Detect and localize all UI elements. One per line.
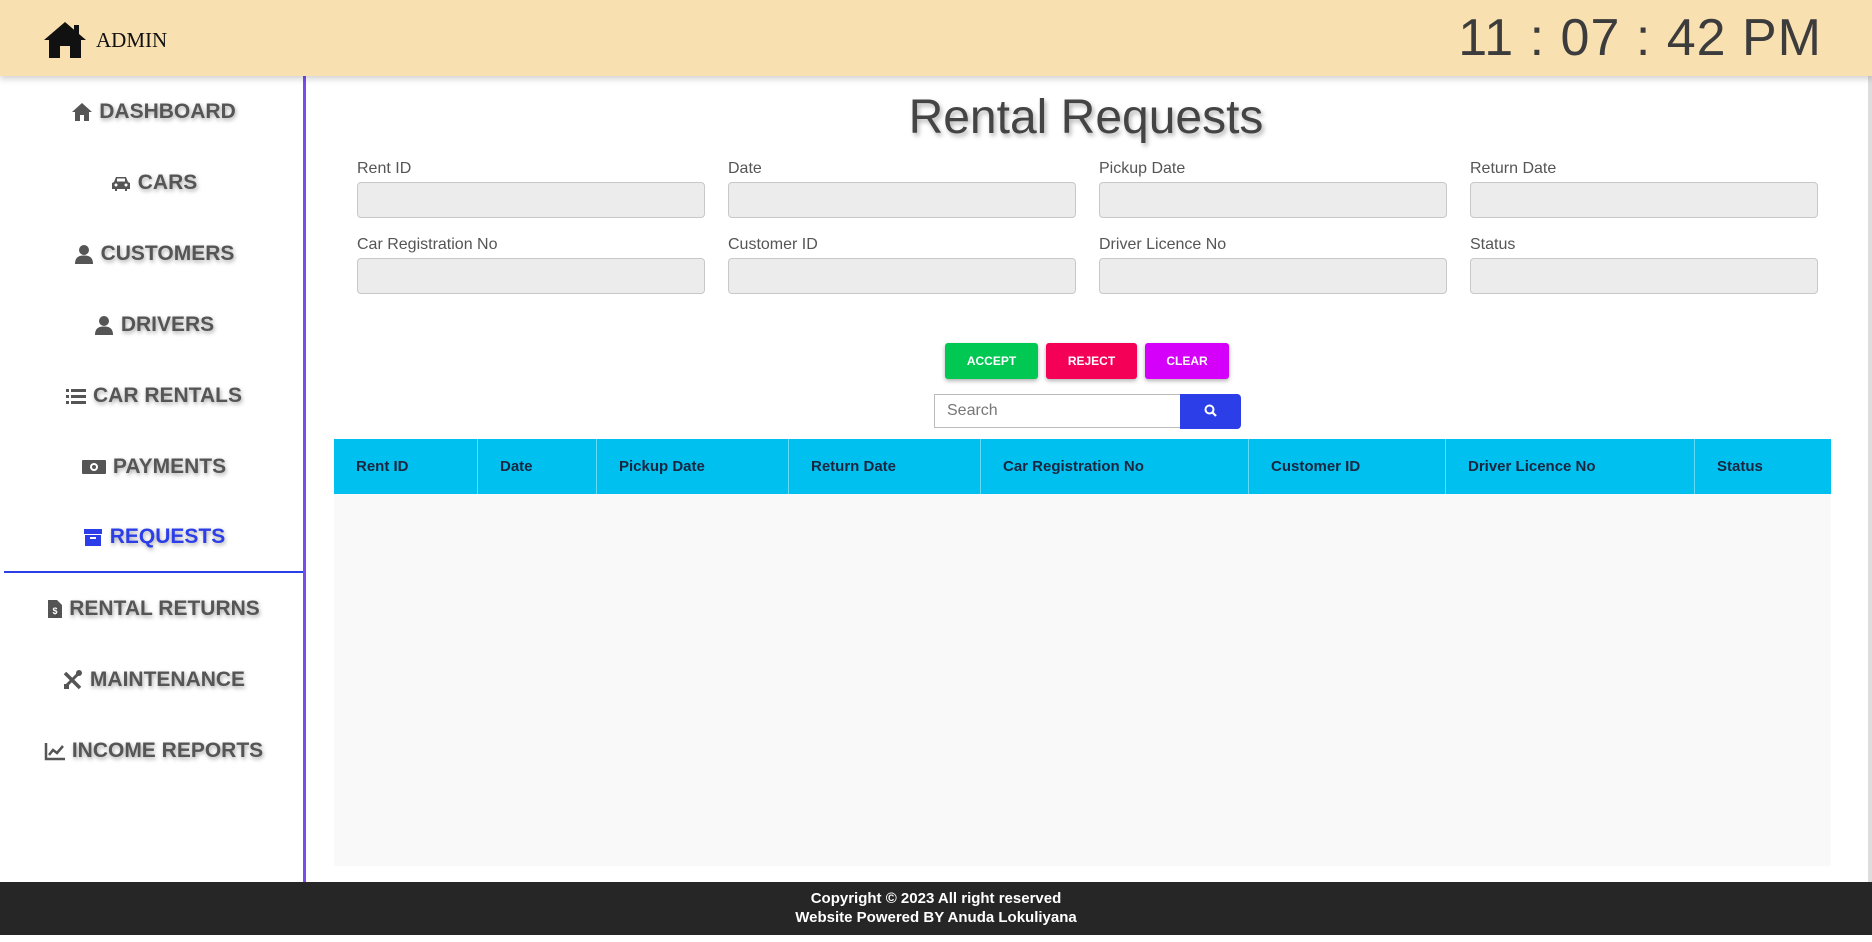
date-field: Date [728, 160, 1076, 218]
rent-id-input[interactable] [357, 182, 705, 218]
field-label: Driver Licence No [1099, 236, 1227, 253]
invoice-icon: $ [47, 599, 63, 619]
field-label: Date [728, 160, 762, 177]
archive-icon [82, 527, 104, 547]
clock: 11 : 07 : 42 PM [1458, 9, 1822, 67]
sidebar-item-customers[interactable]: CUSTOMERS [4, 218, 303, 289]
powered-by-text: Website Powered BY Anuda Lokuliyana [795, 909, 1077, 926]
sidebar-item-cars[interactable]: CARS [4, 147, 303, 218]
money-icon [81, 457, 107, 477]
page-title: Rental Requests [908, 91, 1264, 144]
field-label: Pickup Date [1099, 160, 1186, 177]
sidebar-item-dashboard[interactable]: DASHBOARD [4, 76, 303, 147]
status-field: Status [1470, 236, 1818, 294]
footer: Copyright © 2023 All right reserved Webs… [0, 882, 1872, 935]
column-header[interactable]: Date [478, 439, 597, 494]
customer-id-input[interactable] [728, 258, 1076, 294]
field-label: Return Date [1470, 160, 1557, 177]
column-header[interactable]: Status [1695, 439, 1831, 494]
sidebar-item-label: CARS [137, 170, 198, 194]
driver-licence-field: Driver Licence No [1099, 236, 1447, 294]
sidebar-item-label: INCOME REPORTS [71, 738, 264, 762]
sidebar-item-label: DASHBOARD [99, 99, 236, 123]
sidebar-item-rental-returns[interactable]: $ RENTAL RETURNS [4, 573, 303, 644]
sidebar-item-car-rentals[interactable]: CAR RENTALS [4, 360, 303, 431]
brand[interactable]: ADMIN [42, 20, 167, 60]
column-header[interactable]: Driver Licence No [1446, 439, 1695, 494]
home-icon [71, 102, 93, 122]
tools-icon [62, 669, 84, 690]
column-header[interactable]: Return Date [789, 439, 981, 494]
car-icon [110, 173, 132, 193]
driver-licence-input[interactable] [1099, 258, 1447, 294]
sidebar-item-drivers[interactable]: DRIVERS [4, 289, 303, 360]
return-date-field: Return Date [1470, 160, 1818, 218]
pickup-date-input[interactable] [1099, 182, 1447, 218]
search-button[interactable] [1180, 394, 1241, 429]
svg-text:$: $ [53, 606, 58, 616]
column-header[interactable]: Rent ID [334, 439, 478, 494]
brand-label: ADMIN [96, 27, 168, 52]
field-label: Customer ID [728, 236, 818, 253]
accept-button[interactable]: ACCEPT [945, 343, 1038, 379]
sidebar-item-payments[interactable]: PAYMENTS [4, 431, 303, 502]
column-header[interactable]: Customer ID [1249, 439, 1446, 494]
return-date-input[interactable] [1470, 182, 1818, 218]
column-header[interactable]: Car Registration No [981, 439, 1249, 494]
sidebar-item-maintenance[interactable]: MAINTENANCE [4, 644, 303, 715]
column-header[interactable]: Pickup Date [597, 439, 789, 494]
reject-button[interactable]: REJECT [1046, 343, 1137, 379]
sidebar-item-label: PAYMENTS [112, 454, 227, 478]
search-icon [1204, 404, 1217, 420]
sidebar-item-label: CUSTOMERS [100, 241, 235, 265]
page-edge [1868, 76, 1872, 882]
sidebar-item-label: DRIVERS [120, 312, 215, 336]
sidebar-item-requests[interactable]: REQUESTS [4, 502, 303, 573]
customer-id-field: Customer ID [728, 236, 1076, 294]
field-label: Status [1470, 236, 1516, 253]
date-input[interactable] [728, 182, 1076, 218]
sidebar-item-income-reports[interactable]: INCOME REPORTS [4, 715, 303, 786]
pickup-date-field: Pickup Date [1099, 160, 1447, 218]
rent-id-field: Rent ID [357, 160, 705, 218]
user-icon [73, 244, 95, 264]
field-label: Car Registration No [357, 236, 498, 253]
requests-table: Rent ID Date Pickup Date Return Date Car… [334, 439, 1831, 866]
clear-button[interactable]: CLEAR [1145, 343, 1229, 379]
car-registration-field: Car Registration No [357, 236, 705, 294]
field-label: Rent ID [357, 160, 412, 177]
user-icon [93, 315, 115, 335]
sidebar-item-label: MAINTENANCE [89, 667, 246, 691]
copyright-text: Copyright © 2023 All right reserved [810, 890, 1062, 907]
chart-line-icon [44, 741, 66, 761]
list-icon [65, 386, 87, 406]
search-input[interactable] [934, 394, 1181, 428]
home-icon [42, 20, 88, 60]
status-input[interactable] [1470, 258, 1818, 294]
sidebar-item-label: RENTAL RETURNS [69, 596, 260, 620]
car-registration-input[interactable] [357, 258, 705, 294]
sidebar-item-label: REQUESTS [109, 524, 226, 548]
sidebar: DASHBOARD CARS CUSTOMERS DRIVERS CAR REN… [0, 76, 306, 882]
main-content: Rental Requests Rent ID Date Pickup Date… [306, 76, 1872, 882]
sidebar-item-label: CAR RENTALS [93, 383, 242, 407]
top-header: ADMIN 11 : 07 : 42 PM [0, 0, 1872, 76]
table-header: Rent ID Date Pickup Date Return Date Car… [334, 439, 1831, 494]
